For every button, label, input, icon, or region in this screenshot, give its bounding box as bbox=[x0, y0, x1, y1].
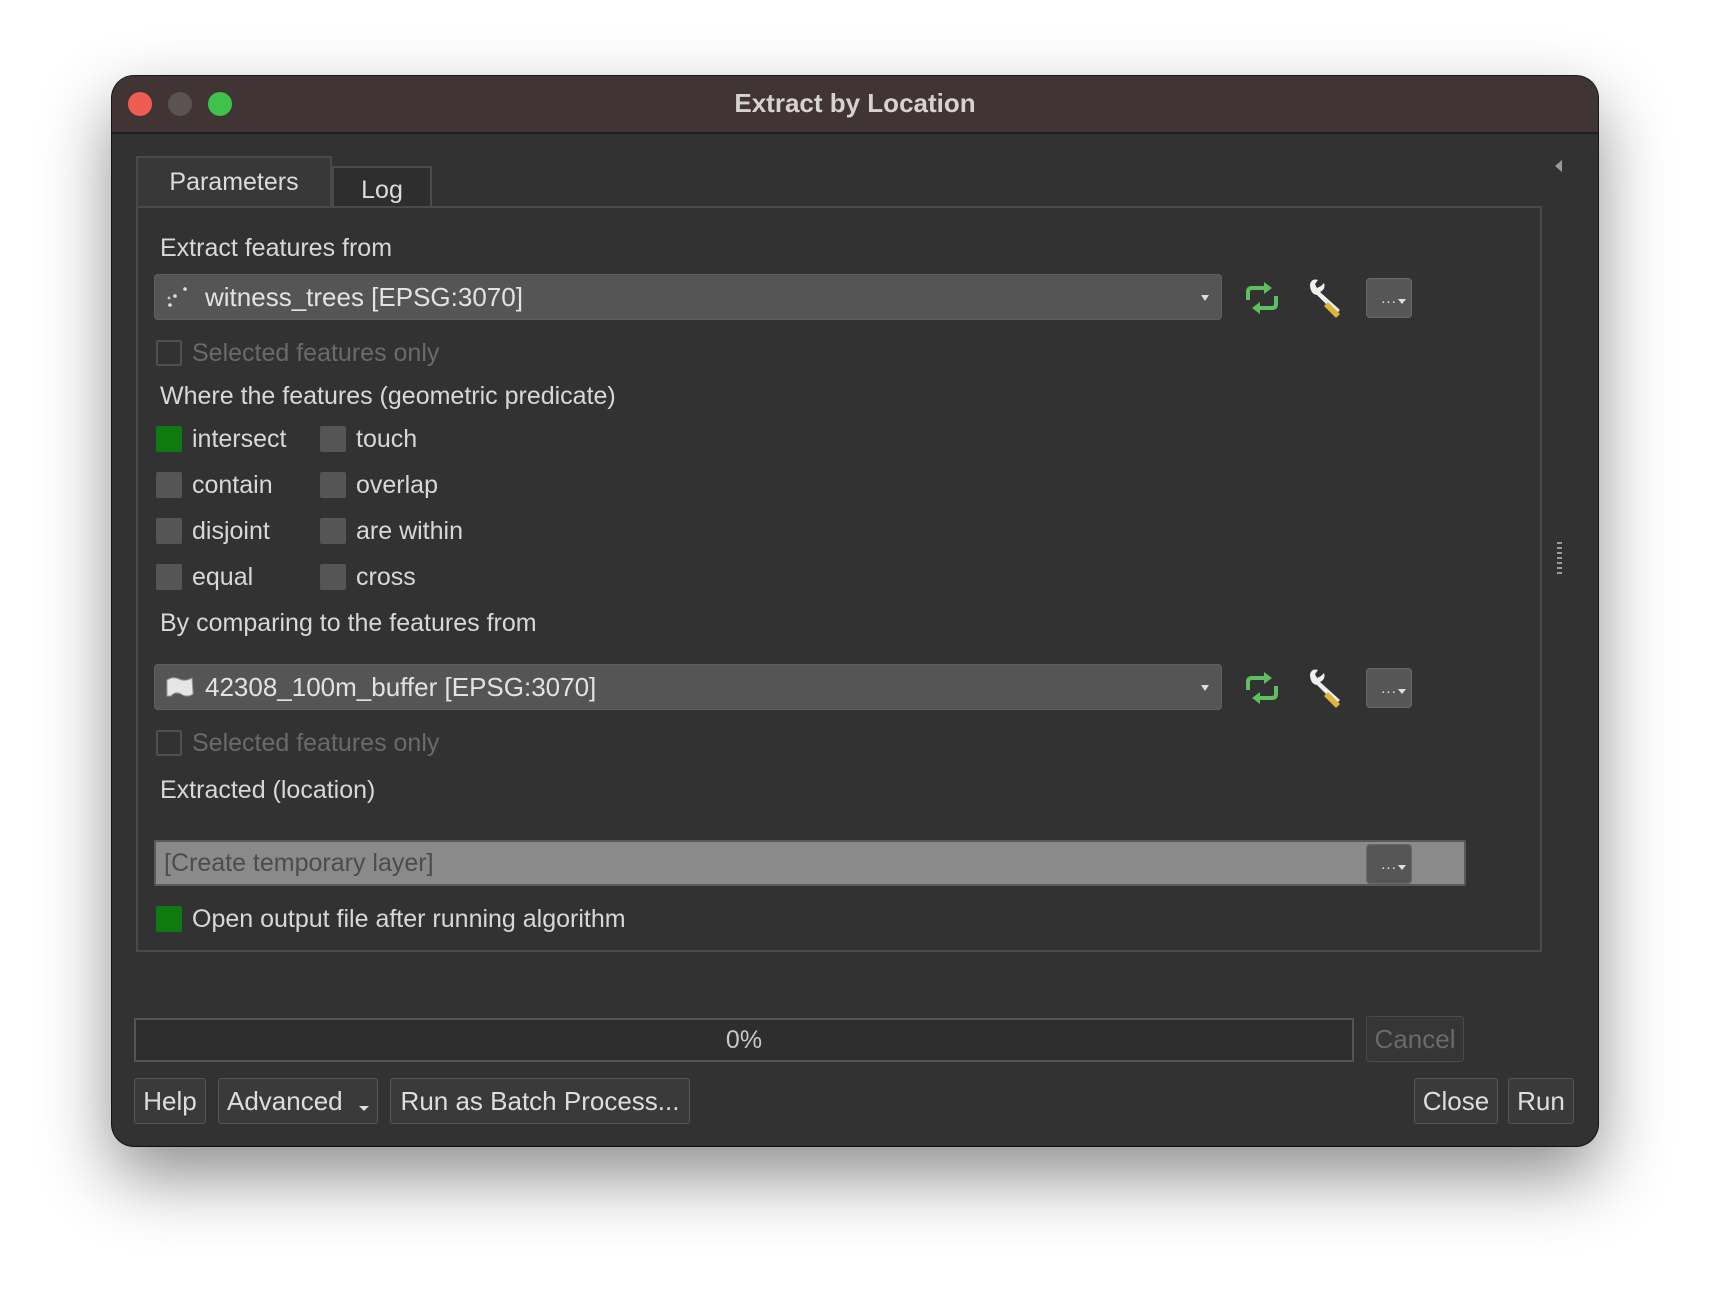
output-field[interactable] bbox=[154, 840, 1466, 886]
iterate-icon[interactable] bbox=[1240, 276, 1284, 320]
progress-text: 0% bbox=[725, 1026, 763, 1054]
output-options-button[interactable]: ... bbox=[1366, 844, 1412, 884]
predicate-are-within-label: are within bbox=[356, 517, 463, 545]
wrench-icon[interactable] bbox=[1304, 276, 1348, 320]
polygon-layer-icon bbox=[166, 677, 194, 697]
run-batch-button[interactable]: Run as Batch Process... bbox=[390, 1078, 690, 1124]
compare-layer-options-label: ... bbox=[1381, 680, 1397, 697]
input-selected-only-label: Selected features only bbox=[192, 339, 440, 367]
predicate-disjoint-checkbox[interactable] bbox=[156, 518, 182, 544]
predicate-contain-label: contain bbox=[192, 471, 273, 499]
predicate-are-within-checkbox[interactable] bbox=[320, 518, 346, 544]
parameters-panel: Extract features from witness_trees [EPS… bbox=[136, 206, 1542, 952]
predicate-label: Where the features (geometric predicate) bbox=[160, 382, 616, 410]
collapse-panel-icon[interactable] bbox=[1555, 160, 1562, 172]
tab-parameters[interactable]: Parameters bbox=[136, 156, 332, 208]
compare-selected-only-label: Selected features only bbox=[192, 729, 440, 757]
compare-layer-combo[interactable]: 42308_100m_buffer [EPSG:3070] bbox=[154, 664, 1222, 710]
input-selected-only-checkbox[interactable] bbox=[156, 340, 182, 366]
tab-log[interactable]: Log bbox=[332, 166, 432, 208]
run-button[interactable]: Run bbox=[1508, 1078, 1574, 1124]
compare-layer-label: By comparing to the features from bbox=[160, 609, 537, 637]
input-layer-value: witness_trees [EPSG:3070] bbox=[205, 282, 523, 312]
predicate-intersect-checkbox[interactable] bbox=[156, 426, 182, 452]
predicate-cross-checkbox[interactable] bbox=[320, 564, 346, 590]
advanced-label: Advanced bbox=[227, 1086, 343, 1116]
output-options-label: ... bbox=[1381, 856, 1397, 873]
predicate-equal-checkbox[interactable] bbox=[156, 564, 182, 590]
input-layer-combo[interactable]: witness_trees [EPSG:3070] bbox=[154, 274, 1222, 320]
output-input[interactable] bbox=[156, 842, 1464, 884]
compare-layer-value: 42308_100m_buffer [EPSG:3070] bbox=[205, 672, 597, 702]
predicate-intersect-label: intersect bbox=[192, 425, 287, 453]
predicate-equal-label: equal bbox=[192, 563, 254, 591]
input-layer-options-button[interactable]: ... bbox=[1366, 278, 1412, 318]
title-bar: Extract by Location bbox=[112, 76, 1598, 134]
extract-by-location-dialog: Extract by Location Parameters Log Extra… bbox=[112, 76, 1598, 1146]
point-layer-icon bbox=[167, 287, 187, 307]
input-layer-options-label: ... bbox=[1381, 290, 1397, 307]
output-label: Extracted (location) bbox=[160, 776, 376, 804]
predicate-cross-label: cross bbox=[356, 563, 416, 591]
predicate-overlap-label: overlap bbox=[356, 471, 438, 499]
tab-log-label: Log bbox=[361, 176, 403, 204]
close-button[interactable]: Close bbox=[1414, 1078, 1498, 1124]
predicate-touch-checkbox[interactable] bbox=[320, 426, 346, 452]
predicate-disjoint-label: disjoint bbox=[192, 517, 270, 545]
chevron-down-icon bbox=[1201, 295, 1209, 301]
window-title: Extract by Location bbox=[734, 88, 976, 118]
menu-arrow-icon bbox=[359, 1106, 369, 1111]
progress-bar: 0% bbox=[134, 1018, 1354, 1062]
compare-layer-options-button[interactable]: ... bbox=[1366, 668, 1412, 708]
compare-selected-only-checkbox[interactable] bbox=[156, 730, 182, 756]
chevron-down-icon bbox=[1201, 685, 1209, 691]
iterate-icon[interactable] bbox=[1240, 666, 1284, 710]
splitter-handle[interactable] bbox=[1557, 542, 1562, 576]
tab-parameters-label: Parameters bbox=[169, 168, 299, 196]
dropdown-arrow-icon bbox=[1398, 299, 1406, 304]
cancel-button[interactable]: Cancel bbox=[1366, 1016, 1464, 1062]
predicate-contain-checkbox[interactable] bbox=[156, 472, 182, 498]
input-layer-label: Extract features from bbox=[160, 234, 393, 262]
wrench-icon[interactable] bbox=[1304, 666, 1348, 710]
predicate-touch-label: touch bbox=[356, 425, 418, 453]
predicate-overlap-checkbox[interactable] bbox=[320, 472, 346, 498]
dropdown-arrow-icon bbox=[1398, 865, 1406, 870]
open-output-label: Open output file after running algorithm bbox=[192, 905, 626, 933]
dropdown-arrow-icon bbox=[1398, 689, 1406, 694]
advanced-button[interactable]: Advanced bbox=[218, 1078, 378, 1124]
help-button[interactable]: Help bbox=[134, 1078, 206, 1124]
open-output-checkbox[interactable] bbox=[156, 906, 182, 932]
